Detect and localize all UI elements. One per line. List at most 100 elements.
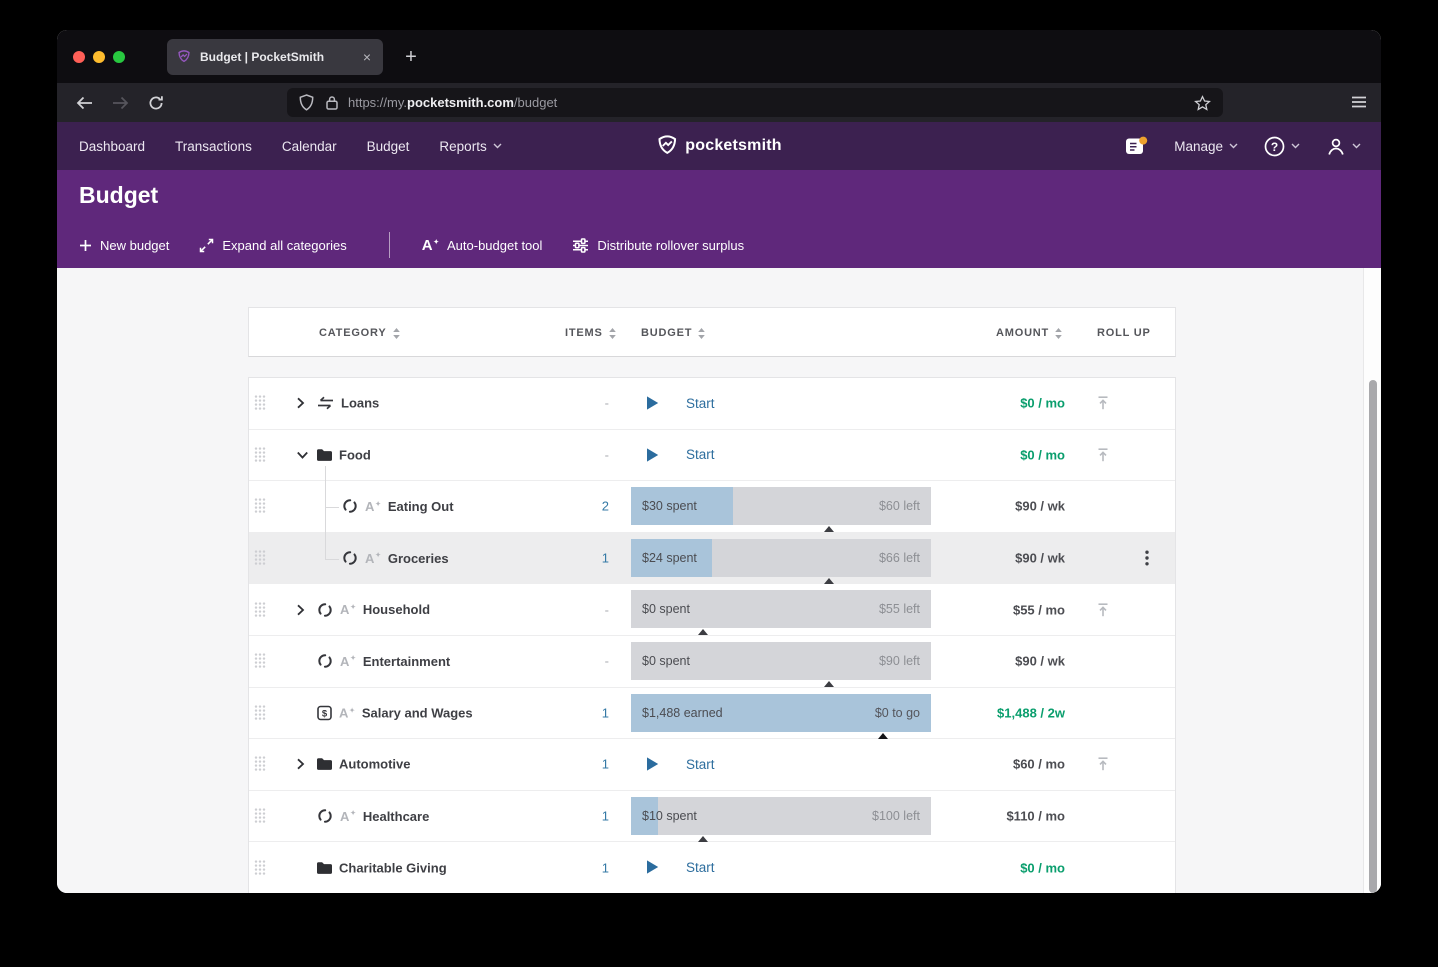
column-header-category[interactable]: CATEGORY: [319, 308, 400, 358]
browser-tab[interactable]: Budget | PocketSmith ×: [167, 39, 383, 75]
table-row-loans[interactable]: Loans- Start $0 / mo: [249, 378, 1175, 430]
play-icon[interactable]: [646, 395, 659, 411]
items-count[interactable]: 1: [549, 809, 609, 824]
table-row-groceries[interactable]: A✦Groceries1 $24 spent $66 left $90 / wk: [249, 533, 1175, 585]
category-cell[interactable]: A✦Entertainment: [317, 653, 450, 669]
scrollbar-track[interactable]: [1363, 268, 1381, 893]
budget-cell[interactable]: $24 spent $66 left: [631, 539, 931, 577]
kebab-menu-icon[interactable]: [1145, 550, 1149, 566]
scrollbar-thumb[interactable]: [1369, 380, 1377, 893]
budget-progress-bar[interactable]: $24 spent $66 left: [631, 539, 931, 577]
table-row-charitable-giving[interactable]: Charitable Giving1 Start $0 / mo: [249, 842, 1175, 893]
budget-progress-bar[interactable]: $0 spent $55 left: [631, 590, 931, 628]
play-icon[interactable]: [646, 447, 659, 463]
start-budget-link[interactable]: Start: [686, 447, 715, 462]
drag-handle[interactable]: [254, 550, 266, 566]
budget-progress-bar[interactable]: $30 spent $60 left: [631, 487, 931, 525]
start-budget-link[interactable]: Start: [686, 757, 715, 772]
nav-item-reports[interactable]: Reports: [439, 139, 501, 154]
manage-menu[interactable]: Manage: [1174, 139, 1238, 154]
expand-all-categories-button[interactable]: Expand all categories: [199, 238, 346, 253]
sort-icon[interactable]: [393, 328, 400, 339]
items-count[interactable]: 1: [549, 705, 609, 720]
auto-budget-tool-button[interactable]: A✦Auto-budget tool: [422, 238, 543, 253]
budget-cell[interactable]: $0 spent $90 left: [631, 642, 931, 680]
url-bar[interactable]: https://my.pocketsmith.com/budget: [287, 88, 1223, 117]
rollup-pin-icon[interactable]: [1095, 756, 1111, 772]
rollup-pin-icon[interactable]: [1095, 602, 1111, 618]
tracking-shield-icon[interactable]: [299, 94, 314, 111]
nav-item-dashboard[interactable]: Dashboard: [79, 139, 145, 154]
drag-handle[interactable]: [254, 498, 266, 514]
play-icon[interactable]: [646, 859, 659, 875]
drag-handle[interactable]: [254, 447, 266, 463]
drag-handle[interactable]: [254, 395, 266, 411]
category-cell[interactable]: Food: [317, 447, 371, 462]
drag-handle[interactable]: [254, 653, 266, 669]
drag-handle[interactable]: [254, 602, 266, 618]
table-row-eating-out[interactable]: A✦Eating Out2 $30 spent $60 left $90 / w…: [249, 481, 1175, 533]
start-budget-link[interactable]: Start: [686, 860, 715, 875]
sort-icon[interactable]: [1055, 328, 1062, 339]
table-row-healthcare[interactable]: A✦Healthcare1 $10 spent $100 left $110 /…: [249, 791, 1175, 843]
items-count[interactable]: 1: [549, 551, 609, 566]
table-row-food[interactable]: Food- Start $0 / mo: [249, 430, 1175, 482]
chevron-down-icon[interactable]: [296, 450, 309, 459]
budget-cell[interactable]: $10 spent $100 left: [631, 797, 931, 835]
category-cell[interactable]: A✦Household: [317, 602, 430, 618]
budget-cell[interactable]: $0 spent $55 left: [631, 590, 931, 628]
play-icon[interactable]: [646, 756, 659, 772]
start-budget-link[interactable]: Start: [686, 396, 715, 411]
budget-progress-bar[interactable]: $10 spent $100 left: [631, 797, 931, 835]
items-count[interactable]: 1: [549, 860, 609, 875]
help-menu[interactable]: ?: [1264, 136, 1300, 157]
items-count[interactable]: 1: [549, 757, 609, 772]
minimize-window-button[interactable]: [93, 51, 105, 63]
column-header-items[interactable]: ITEMS: [565, 308, 616, 358]
zoom-window-button[interactable]: [113, 51, 125, 63]
drag-handle[interactable]: [254, 808, 266, 824]
bookmark-star-icon[interactable]: [1194, 95, 1211, 111]
rollup-pin-icon[interactable]: [1095, 447, 1111, 463]
budget-cell[interactable]: $1,488 earned $0 to go: [631, 694, 931, 732]
category-cell[interactable]: Loans: [317, 396, 379, 411]
chevron-right-icon[interactable]: [296, 397, 305, 410]
drag-handle[interactable]: [254, 705, 266, 721]
category-cell[interactable]: A✦Healthcare: [317, 808, 429, 824]
new-tab-button[interactable]: +: [397, 43, 425, 71]
tab-close-icon[interactable]: ×: [361, 49, 373, 65]
chevron-right-icon[interactable]: [296, 758, 305, 771]
table-row-entertainment[interactable]: A✦Entertainment- $0 spent $90 left $90 /…: [249, 636, 1175, 688]
table-row-automotive[interactable]: Automotive1 Start $60 / mo: [249, 739, 1175, 791]
budget-progress-bar[interactable]: $0 spent $90 left: [631, 642, 931, 680]
category-cell[interactable]: $A✦Salary and Wages: [317, 705, 473, 720]
category-cell[interactable]: Charitable Giving: [317, 860, 447, 875]
category-cell[interactable]: Automotive: [317, 757, 411, 772]
back-icon[interactable]: [73, 92, 95, 114]
nav-item-budget[interactable]: Budget: [367, 139, 410, 154]
budget-progress-bar[interactable]: $1,488 earned $0 to go: [631, 694, 931, 732]
drag-handle[interactable]: [254, 860, 266, 876]
refresh-icon[interactable]: [145, 92, 167, 114]
column-header-amount[interactable]: AMOUNT: [996, 308, 1062, 358]
chevron-right-icon[interactable]: [296, 603, 305, 616]
whats-new-icon[interactable]: [1125, 136, 1148, 156]
nav-item-transactions[interactable]: Transactions: [175, 139, 252, 154]
items-count[interactable]: 2: [549, 499, 609, 514]
budget-cell[interactable]: $30 spent $60 left: [631, 487, 931, 525]
forward-icon[interactable]: [109, 92, 131, 114]
sort-icon[interactable]: [698, 328, 705, 339]
drag-handle[interactable]: [254, 756, 266, 772]
lock-icon[interactable]: [326, 95, 338, 110]
column-header-budget[interactable]: BUDGET: [641, 308, 705, 358]
category-cell[interactable]: A✦Eating Out: [342, 498, 454, 514]
table-row-salary-and-wages[interactable]: $A✦Salary and Wages 1 $1,488 earned $0 to…: [249, 688, 1175, 740]
account-menu[interactable]: [1326, 137, 1361, 156]
category-cell[interactable]: A✦Groceries: [342, 550, 449, 566]
menu-hamburger-icon[interactable]: [1351, 96, 1367, 108]
rollup-pin-icon[interactable]: [1095, 395, 1111, 411]
nav-item-calendar[interactable]: Calendar: [282, 139, 337, 154]
close-window-button[interactable]: [73, 51, 85, 63]
distribute-rollover-surplus-button[interactable]: Distribute rollover surplus: [572, 238, 744, 253]
pocketsmith-logo[interactable]: pocketsmith: [656, 135, 781, 157]
